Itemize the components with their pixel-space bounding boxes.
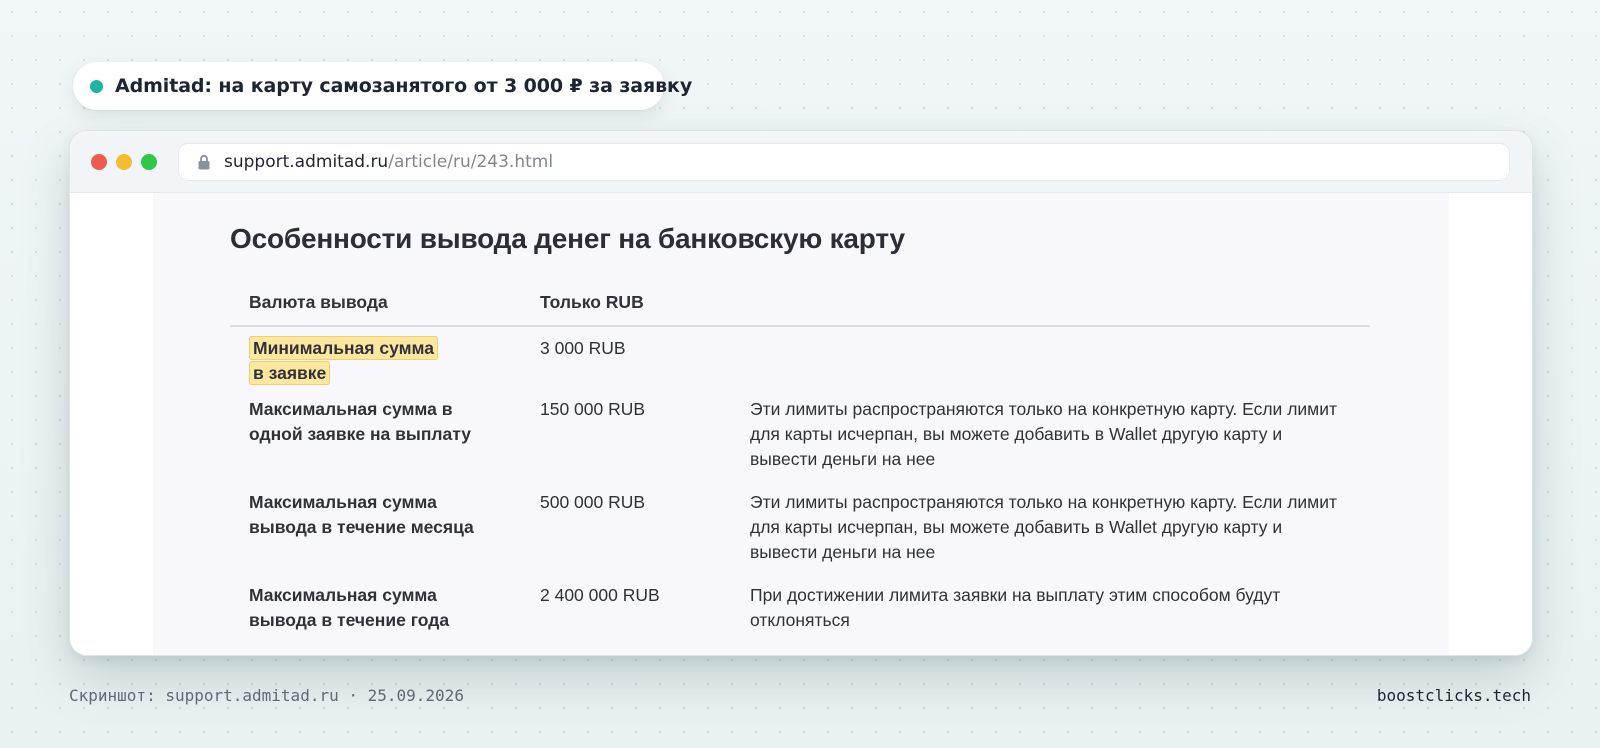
row-value: 2 400 000 RUB xyxy=(540,585,660,605)
row-note: Эти лимиты распространяются только на ко… xyxy=(750,399,1338,469)
highlighted-label: Минимальная сумма в заявке xyxy=(249,336,438,385)
row-label: Максимальная сумма вывода в течение года xyxy=(249,585,450,630)
lock-icon xyxy=(198,154,210,170)
table-header: Валюта вывода Только RUB xyxy=(230,283,1370,327)
table-row: Максимальная сумма вывода в течение меся… xyxy=(230,490,1370,583)
browser-window: support.admitad.ru/article/ru/243.html О… xyxy=(69,130,1533,656)
row-label: Максимальная сумма в одной заявке на вып… xyxy=(249,399,471,444)
table-row: Максимальная сумма вывода в течение года… xyxy=(230,583,1370,653)
page-viewport: Особенности вывода денег на банковскую к… xyxy=(70,193,1532,655)
table-header-currency-value: Только RUB xyxy=(540,292,644,312)
url-path: /article/ru/243.html xyxy=(388,152,554,172)
table-row: Максимальная сумма в одной заявке на вып… xyxy=(230,397,1370,490)
status-dot xyxy=(90,79,103,93)
row-value: 150 000 RUB xyxy=(540,399,646,419)
table-header-currency-label: Валюта вывода xyxy=(249,292,388,312)
article-title: Особенности вывода денег на банковскую к… xyxy=(230,223,905,254)
browser-titlebar: support.admitad.ru/article/ru/243.html xyxy=(70,131,1532,193)
page-headline: Admitad: на карту самозанятого от 3 000 … xyxy=(115,75,693,97)
maximize-window-button[interactable] xyxy=(141,154,157,170)
address-bar[interactable]: support.admitad.ru/article/ru/243.html xyxy=(178,143,1510,181)
table-row: Минимальная сумма в заявке 3 000 RUB xyxy=(230,327,1370,397)
row-value: 500 000 RUB xyxy=(540,492,646,512)
minimize-window-button[interactable] xyxy=(116,154,132,170)
row-label: Минимальная сумма в заявке xyxy=(249,336,449,386)
row-note: При достижении лимита заявки на выплату … xyxy=(750,585,1281,630)
row-label: Максимальная сумма вывода в течение меся… xyxy=(249,492,474,537)
article-container: Особенности вывода денег на банковскую к… xyxy=(153,193,1449,655)
close-window-button[interactable] xyxy=(91,154,107,170)
page-headline-pill: Admitad: на карту самозанятого от 3 000 … xyxy=(73,62,692,110)
limits-table: Валюта вывода Только RUB Минимальная сум… xyxy=(230,283,1370,653)
row-note: Эти лимиты распространяются только на ко… xyxy=(750,492,1338,562)
url-host: support.admitad.ru xyxy=(224,152,389,172)
row-value: 3 000 RUB xyxy=(540,338,626,358)
site-brand-caption: boostclicks.tech xyxy=(1376,686,1531,705)
screenshot-source-caption: Скриншот: support.admitad.ru · 25.09.202… xyxy=(69,686,464,705)
